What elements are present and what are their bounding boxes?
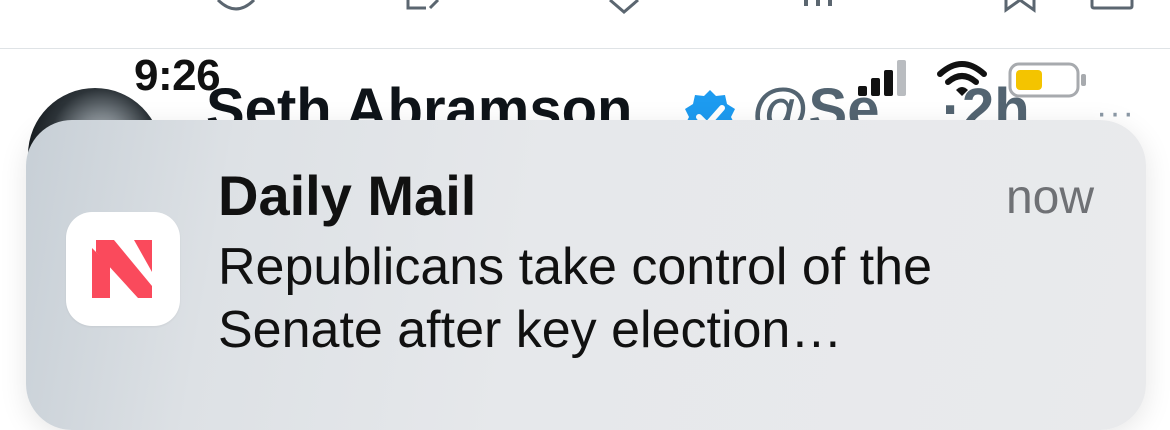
bookmark-icon[interactable]: [1000, 0, 1040, 14]
status-bar-icons: [856, 58, 1096, 102]
tweet-action-bar: [0, 0, 1170, 49]
battery-icon: [1008, 62, 1086, 98]
apple-news-icon: [66, 212, 180, 326]
share-icon[interactable]: [1090, 0, 1134, 10]
notification-app-name: Daily Mail: [218, 164, 477, 227]
like-icon[interactable]: [604, 0, 644, 14]
retweet-icon[interactable]: [404, 0, 444, 14]
notification-banner[interactable]: Daily Mail now Republicans take control …: [26, 120, 1146, 430]
status-bar-time: 9:26: [134, 51, 221, 100]
reply-icon[interactable]: [216, 0, 256, 14]
notification-timestamp: now: [1005, 171, 1094, 224]
notification-body: Republicans take control of the Senate a…: [218, 238, 932, 359]
views-icon[interactable]: [800, 0, 840, 8]
wifi-icon: [937, 61, 987, 96]
cellular-signal-icon: [858, 60, 906, 96]
